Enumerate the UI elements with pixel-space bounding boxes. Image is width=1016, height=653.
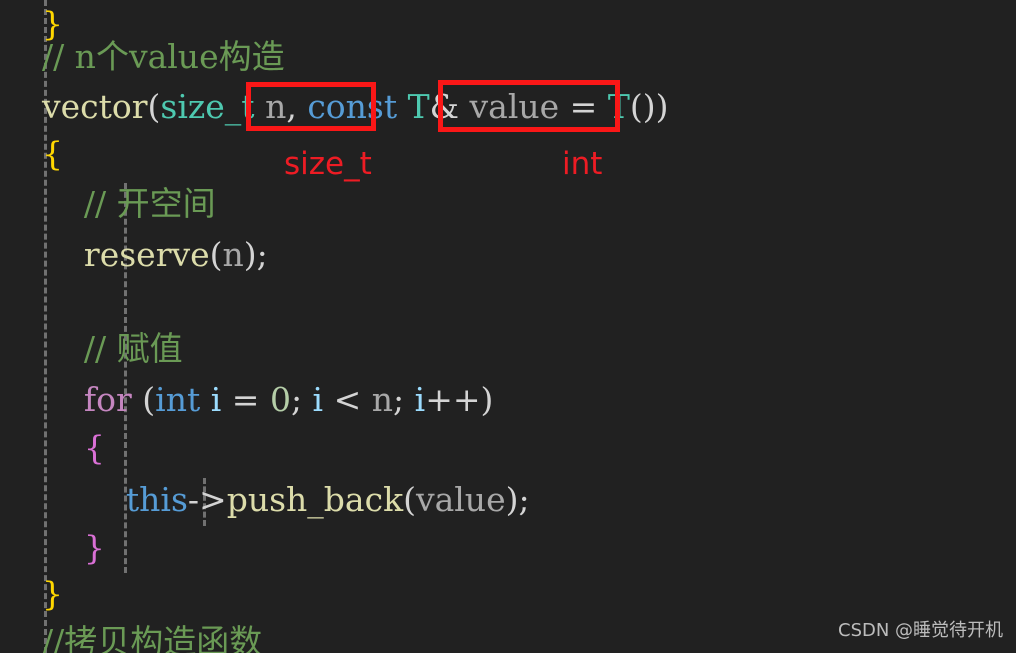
- line-for-loop[interactable]: for (int i = 0; i < n; i++): [0, 376, 1016, 423]
- code-token: <: [323, 380, 372, 419]
- line-vector-ctor[interactable]: vector(size_t n, const T& value = T()): [0, 83, 1016, 130]
- code-token: value: [415, 480, 506, 519]
- code-token: ;: [393, 380, 415, 419]
- code-token: =: [559, 87, 608, 126]
- code-token: value: [469, 87, 560, 126]
- code-token: );: [243, 235, 268, 274]
- code-token: (: [403, 480, 416, 519]
- code-token: T: [407, 87, 430, 126]
- line-open-brace-ctor[interactable]: {: [0, 130, 1016, 177]
- code-token: {: [0, 134, 63, 173]
- line-reserve[interactable]: reserve(n);: [0, 231, 1016, 278]
- code-token: this: [125, 480, 188, 519]
- code-token: n: [265, 87, 287, 126]
- annotation-size-t: size_t: [284, 146, 372, 182]
- code-token: reserve: [83, 235, 210, 274]
- code-token: i: [414, 380, 426, 419]
- code-token: (: [131, 380, 156, 419]
- code-token: 0: [269, 380, 291, 419]
- code-token: T: [607, 87, 630, 126]
- code-token: vector: [41, 87, 148, 126]
- code-token: // 赋值: [0, 329, 183, 368]
- code-token: );: [505, 480, 530, 519]
- code-token: size_t: [160, 87, 255, 126]
- code-token: }: [0, 574, 63, 613]
- code-token: ++): [425, 380, 494, 419]
- code-token: ->: [187, 480, 227, 519]
- code-token: n: [222, 235, 244, 274]
- code-token: i: [210, 380, 222, 419]
- code-screenshot: } // n个value构造 vector(size_t n, const T&…: [0, 0, 1016, 653]
- code-token: ,: [286, 87, 308, 126]
- line-comment-n-value[interactable]: // n个value构造: [0, 33, 1016, 80]
- code-token: int: [155, 380, 201, 419]
- code-token: // 开空间: [0, 184, 216, 223]
- line-close-brace-ctor[interactable]: }: [0, 570, 1016, 617]
- code-token: //拷贝构造函数: [0, 622, 263, 653]
- code-token: (: [147, 87, 161, 126]
- code-token: (: [209, 235, 223, 274]
- code-token: i: [312, 380, 324, 419]
- code-token: const: [307, 87, 398, 126]
- code-token: }: [0, 528, 105, 567]
- line-comment-assign[interactable]: // 赋值: [0, 325, 1016, 372]
- line-open-brace-for[interactable]: {: [0, 424, 1016, 471]
- line-comment-alloc[interactable]: // 开空间: [0, 180, 1016, 227]
- csdn-watermark: CSDN @睡觉待开机: [838, 620, 1004, 641]
- code-token: // n个value构造: [0, 37, 285, 76]
- annotation-int: int: [562, 146, 603, 182]
- line-close-brace-for[interactable]: }: [0, 524, 1016, 571]
- line-push-back[interactable]: this->push_back(value);: [0, 476, 1016, 523]
- code-token: push_back: [226, 480, 404, 519]
- code-token: for: [83, 380, 132, 419]
- code-token: n: [371, 380, 394, 419]
- code-token: ;: [290, 380, 313, 419]
- code-block[interactable]: } // n个value构造 vector(size_t n, const T&…: [0, 0, 1016, 653]
- code-token: ()): [629, 87, 669, 126]
- code-token: &: [429, 87, 460, 126]
- code-token: {: [0, 428, 105, 467]
- code-token: =: [221, 380, 270, 419]
